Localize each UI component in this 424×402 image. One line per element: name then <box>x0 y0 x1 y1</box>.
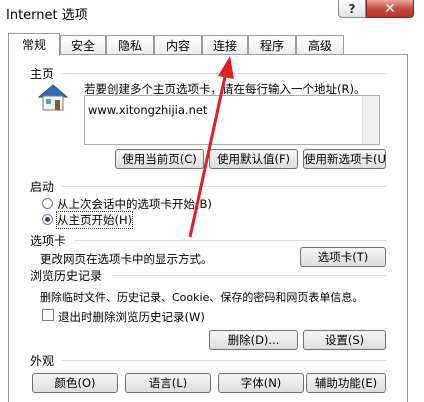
tab-programs[interactable]: 程序 <box>248 35 296 55</box>
delete-on-exit-checkbox[interactable] <box>42 309 54 321</box>
red-arrow-annotation <box>188 56 234 238</box>
title-bar: Internet 选项 ? ✕ <box>0 0 424 24</box>
history-divider <box>112 275 386 276</box>
help-button[interactable]: ? <box>338 0 366 18</box>
tab-privacy[interactable]: 隐私 <box>106 35 154 55</box>
history-description: 删除临时文件、历史记录、Cookie、保存的密码和网页表单信息。 <box>40 291 364 304</box>
window-title: Internet 选项 <box>6 8 88 23</box>
tab-general[interactable]: 常规 <box>8 33 60 56</box>
start-last-session-radio[interactable] <box>42 198 53 209</box>
tab-advanced[interactable]: 高级 <box>296 35 344 55</box>
history-section-heading: 浏览历史记录 <box>30 269 103 283</box>
appearance-section-heading: 外观 <box>30 354 55 368</box>
tab-security[interactable]: 安全 <box>60 35 106 55</box>
use-new-tab-button[interactable]: 使用新选项卡(U) <box>303 149 386 169</box>
languages-button[interactable]: 语言(L) <box>125 373 211 393</box>
textarea-scrollbar[interactable] <box>362 96 379 144</box>
delete-history-button[interactable]: 删除(D)... <box>209 330 298 350</box>
internet-options-dialog: Internet 选项 ? ✕ 常规 安全 隐私 内容 连接 程序 高级 主页 … <box>0 0 424 402</box>
appearance-divider <box>62 360 386 361</box>
tabs-settings-button[interactable]: 选项卡(T) <box>300 247 386 267</box>
history-settings-button[interactable]: 设置(S) <box>303 330 386 350</box>
delete-on-exit-label: 退出时删除浏览历史记录(W) <box>58 310 205 324</box>
start-home-page-label: 从主页开始(H) <box>55 211 134 229</box>
startup-section-heading: 启动 <box>30 180 55 194</box>
close-button[interactable]: ✕ <box>366 0 414 18</box>
fonts-button[interactable]: 字体(N) <box>218 373 304 393</box>
accessibility-button[interactable]: 辅助功能(E) <box>306 373 386 393</box>
tabs-section-heading: 选项卡 <box>30 234 67 248</box>
start-home-page-radio[interactable] <box>42 214 53 225</box>
colors-button[interactable]: 颜色(O) <box>32 373 118 393</box>
tabs-description: 更改网页在选项卡中的显示方式。 <box>40 252 213 266</box>
house-icon <box>37 84 69 111</box>
home-section-heading: 主页 <box>30 67 55 81</box>
